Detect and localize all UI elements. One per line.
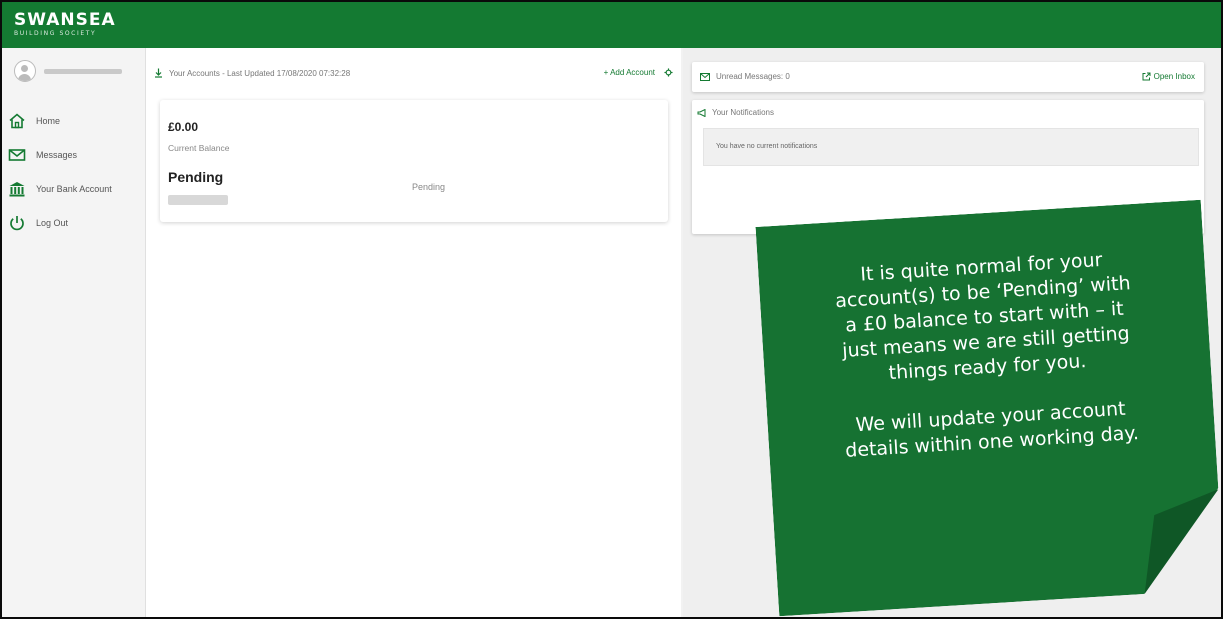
- account-status-secondary: Pending: [412, 182, 446, 192]
- sidebar-item-bank-account[interactable]: Your Bank Account: [2, 172, 145, 206]
- accounts-title-text: Your Accounts - Last Updated 17/08/2020 …: [169, 68, 351, 78]
- sidebar-nav: Home Messages Your Bank Account Log Out: [2, 104, 145, 240]
- account-balance: £0.00: [168, 120, 199, 134]
- top-header: SWANSEA BUILDING SOCIETY: [2, 2, 1221, 48]
- notifications-title: Your Notifications: [712, 108, 774, 117]
- account-status: Pending: [168, 169, 224, 185]
- gear-icon[interactable]: [664, 68, 673, 77]
- sidebar-item-label: Home: [36, 116, 61, 126]
- sidebar-item-label: Messages: [36, 150, 78, 160]
- notifications-empty-text: You have no current notifications: [716, 143, 818, 150]
- power-icon: [8, 214, 26, 232]
- sidebar-item-home[interactable]: Home: [2, 104, 145, 138]
- sidebar: Home Messages Your Bank Account Log Out: [2, 48, 146, 617]
- unread-messages: Unread Messages: 0: [700, 72, 790, 81]
- accounts-header: Your Accounts - Last Updated 17/08/2020 …: [146, 48, 681, 94]
- bank-icon: [8, 180, 26, 198]
- open-inbox-link[interactable]: Open Inbox: [1142, 72, 1195, 81]
- account-number-redacted: [168, 195, 228, 205]
- brand-logo[interactable]: SWANSEA BUILDING SOCIETY: [14, 11, 116, 37]
- brand-name: SWANSEA: [14, 10, 116, 30]
- balance-label: Current Balance: [168, 143, 230, 153]
- home-icon: [8, 112, 26, 130]
- account-card[interactable]: £0.00 Current Balance Pending Pending: [160, 100, 668, 222]
- download-icon: [154, 68, 163, 78]
- open-inbox-label: Open Inbox: [1153, 72, 1195, 81]
- brand-subtitle: BUILDING SOCIETY: [14, 30, 97, 37]
- notifications-header: Your Notifications: [697, 108, 774, 117]
- envelope-icon: [700, 72, 710, 81]
- accounts-panel: Your Accounts - Last Updated 17/08/2020 …: [146, 48, 681, 617]
- info-sticky-note: It is quite normal for your account(s) t…: [756, 200, 1223, 617]
- unread-messages-text: Unread Messages: 0: [716, 72, 790, 81]
- unread-messages-bar: Unread Messages: 0 Open Inbox: [692, 62, 1204, 92]
- external-link-icon: [1142, 72, 1151, 81]
- sticky-note-text: It is quite normal for your account(s) t…: [778, 243, 1195, 467]
- megaphone-icon: [697, 108, 707, 117]
- add-account-button[interactable]: + Add Account: [604, 68, 655, 77]
- sidebar-item-label: Your Bank Account: [36, 184, 112, 194]
- sidebar-item-label: Log Out: [36, 218, 69, 228]
- accounts-actions: + Add Account: [604, 68, 673, 77]
- sidebar-item-messages[interactable]: Messages: [2, 138, 145, 172]
- user-profile[interactable]: [14, 60, 139, 84]
- envelope-icon: [8, 146, 26, 164]
- sidebar-item-log-out[interactable]: Log Out: [2, 206, 145, 240]
- avatar: [14, 60, 36, 82]
- accounts-title: Your Accounts - Last Updated 17/08/2020 …: [154, 68, 350, 78]
- user-name-redacted: [44, 69, 122, 74]
- notifications-empty-box: You have no current notifications: [703, 128, 1199, 166]
